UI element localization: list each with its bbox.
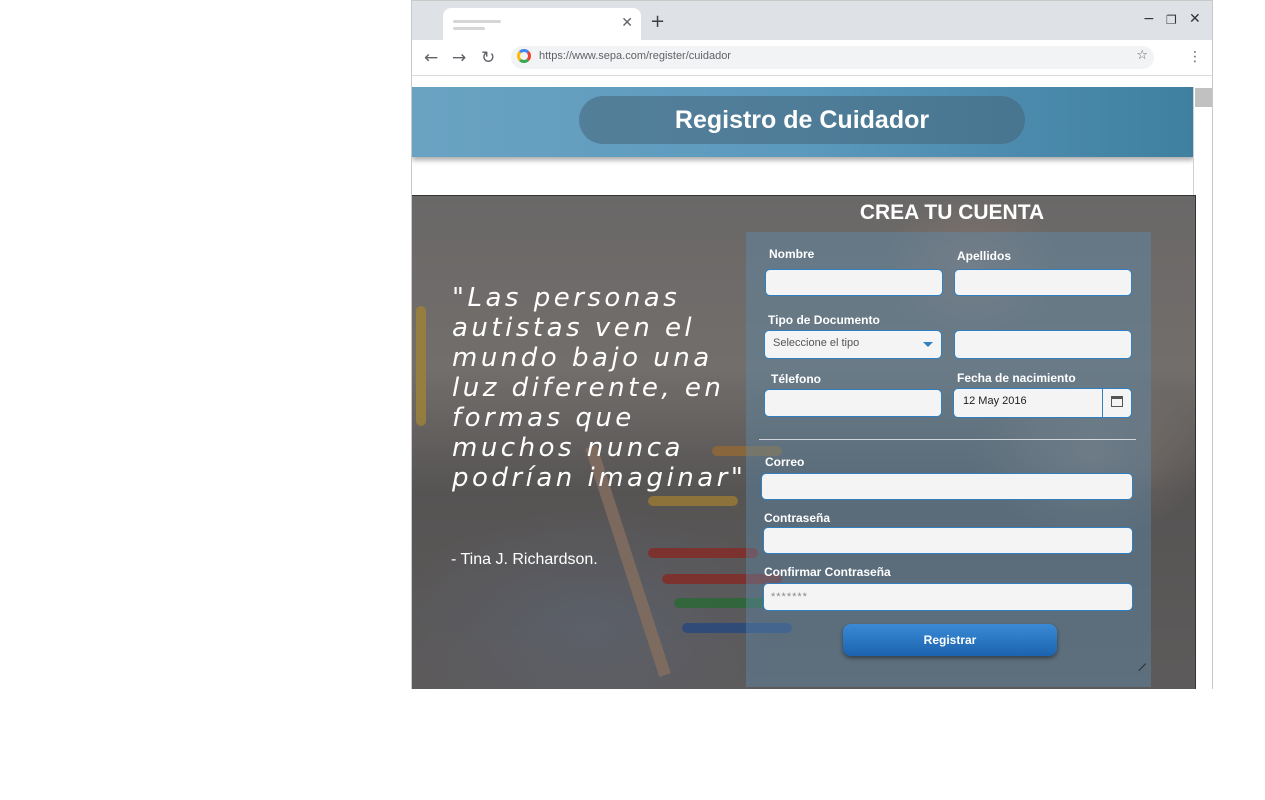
header-title-pill: Registro de Cuidador: [579, 96, 1025, 144]
forward-icon[interactable]: →: [452, 48, 466, 68]
vertical-scrollbar[interactable]: [1193, 87, 1212, 195]
hero-section: CREA TU CUENTA "Las personas autistas ve…: [412, 195, 1196, 689]
form-divider: [759, 439, 1136, 440]
browser-toolbar: ← → ↻ https://www.sepa.com/register/cuid…: [412, 40, 1212, 76]
form-panel: [746, 232, 1151, 687]
google-icon: [517, 49, 531, 63]
browser-tab[interactable]: ✕: [443, 8, 641, 40]
dropdown-caret-icon: [923, 342, 933, 347]
page-title: Registro de Cuidador: [674, 106, 930, 134]
calendar-icon: [1111, 396, 1123, 407]
fecha-nacimiento-label: Fecha de nacimiento: [957, 371, 1076, 385]
restore-icon[interactable]: ❐: [1166, 13, 1177, 27]
scrollbar-thumb[interactable]: [1195, 88, 1212, 107]
url-text[interactable]: https://www.sepa.com/register/cuidador: [539, 50, 731, 62]
apellidos-label: Apellidos: [957, 249, 1012, 263]
nombre-input[interactable]: [765, 269, 943, 296]
confirmar-contrasena-label: Confirmar Contraseña: [764, 565, 891, 579]
tab-strip: ✕ + − ❐ ✕: [412, 1, 1212, 40]
telefono-label: Télefono: [771, 372, 821, 386]
tipo-documento-label: Tipo de Documento: [768, 313, 880, 327]
close-window-icon[interactable]: ✕: [1189, 11, 1201, 27]
minimize-icon[interactable]: −: [1143, 11, 1155, 27]
tab-title-placeholder-2: [453, 27, 485, 30]
kebab-menu-icon[interactable]: ⋮: [1188, 49, 1202, 65]
documento-number-input[interactable]: [954, 330, 1132, 359]
confirmar-contrasena-input[interactable]: *******: [763, 583, 1133, 611]
address-bar[interactable]: https://www.sepa.com/register/cuidador ☆: [511, 46, 1154, 69]
registrar-button[interactable]: Registrar: [843, 624, 1057, 656]
contrasena-input[interactable]: [763, 527, 1133, 554]
back-icon[interactable]: ←: [424, 48, 438, 68]
fecha-nacimiento-value: 12 May 2016: [963, 395, 1027, 407]
correo-input[interactable]: [761, 473, 1133, 500]
contrasena-label: Contraseña: [764, 511, 831, 525]
reload-icon[interactable]: ↻: [481, 48, 495, 68]
correo-label: Correo: [765, 455, 805, 469]
nombre-label: Nombre: [769, 247, 815, 261]
tipo-documento-select[interactable]: Seleccione el tipo: [764, 330, 942, 359]
fecha-nacimiento-input[interactable]: 12 May 2016: [953, 388, 1132, 418]
quote-text: "Las personas autistas ven el mundo bajo…: [452, 283, 747, 493]
apellidos-input[interactable]: [954, 269, 1132, 296]
browser-window: ✕ + − ❐ ✕ ← → ↻ https://www.sepa.com/reg…: [411, 0, 1213, 689]
tab-title-placeholder: [453, 20, 501, 23]
new-tab-icon[interactable]: +: [650, 11, 665, 32]
tipo-documento-selected: Seleccione el tipo: [773, 337, 860, 349]
tab-close-icon[interactable]: ✕: [621, 15, 633, 31]
calendar-button[interactable]: [1102, 389, 1131, 417]
star-icon[interactable]: ☆: [1136, 48, 1148, 63]
page-viewport: Registro de Cuidador CREA TU CUENTA "Las…: [412, 87, 1212, 689]
confirmar-contrasena-masked: *******: [771, 591, 808, 603]
telefono-input[interactable]: [764, 389, 942, 417]
page-header: Registro de Cuidador: [412, 87, 1194, 157]
form-title: CREA TU CUENTA: [859, 201, 1045, 224]
quote-author: - Tina J. Richardson.: [451, 551, 598, 568]
